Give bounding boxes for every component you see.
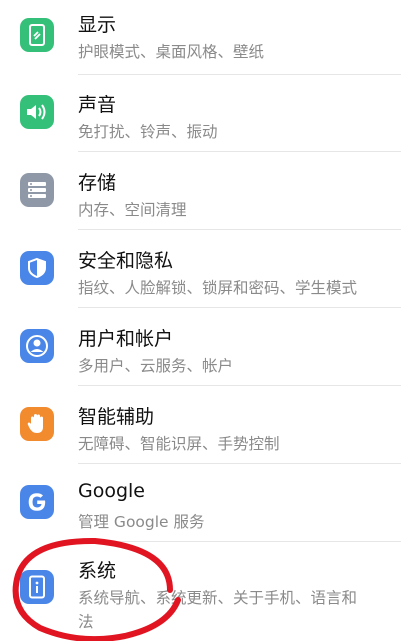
google-icon bbox=[20, 485, 54, 519]
storage-icon bbox=[20, 173, 54, 207]
settings-item-title: 显示 bbox=[78, 14, 117, 36]
hand-gesture-icon bbox=[20, 407, 54, 441]
settings-item-title: 存储 bbox=[78, 172, 117, 194]
settings-item-subtitle: 管理 Google 服务 bbox=[78, 513, 205, 531]
user-account-icon bbox=[20, 329, 54, 363]
settings-item-title: 声音 bbox=[78, 94, 117, 116]
settings-item-subtitle-continued: 法 bbox=[78, 613, 94, 631]
settings-item-subtitle: 系统导航、系统更新、关于手机、语言和 bbox=[78, 589, 358, 607]
settings-item-title: 系统 bbox=[78, 560, 117, 582]
divider bbox=[78, 463, 401, 464]
divider bbox=[78, 74, 401, 75]
settings-item-users-accounts[interactable]: 用户和帐户 多用户、云服务、帐户 bbox=[0, 312, 401, 390]
divider bbox=[78, 385, 401, 386]
settings-item-smart-assist[interactable]: 智能辅助 无障碍、智能识屏、手势控制 bbox=[0, 390, 401, 468]
divider bbox=[78, 307, 401, 308]
settings-item-storage[interactable]: 存储 内存、空间清理 bbox=[0, 156, 401, 234]
settings-item-title: Google bbox=[78, 480, 146, 502]
display-icon bbox=[20, 18, 54, 52]
settings-item-system[interactable]: 系统 系统导航、系统更新、关于手机、语言和 法 bbox=[0, 546, 401, 641]
settings-item-security-privacy[interactable]: 安全和隐私 指纹、人脸解锁、锁屏和密码、学生模式 bbox=[0, 234, 401, 312]
settings-item-subtitle: 多用户、云服务、帐户 bbox=[78, 357, 234, 375]
settings-item-subtitle: 指纹、人脸解锁、锁屏和密码、学生模式 bbox=[78, 279, 358, 297]
divider bbox=[78, 229, 401, 230]
settings-item-title: 智能辅助 bbox=[78, 406, 155, 428]
settings-item-subtitle: 免打扰、铃声、振动 bbox=[78, 123, 218, 141]
settings-item-google[interactable]: Google 管理 Google 服务 bbox=[0, 468, 401, 546]
settings-item-title: 安全和隐私 bbox=[78, 250, 174, 272]
settings-item-subtitle: 护眼模式、桌面风格、壁纸 bbox=[78, 43, 265, 61]
settings-list: 显示 护眼模式、桌面风格、壁纸 声音 免打扰、铃声、振动 存储 内存、空间清理 … bbox=[0, 0, 401, 641]
settings-item-display[interactable]: 显示 护眼模式、桌面风格、壁纸 bbox=[0, 0, 401, 78]
settings-item-title: 用户和帐户 bbox=[78, 328, 174, 350]
divider bbox=[78, 151, 401, 152]
security-shield-icon bbox=[20, 251, 54, 285]
settings-item-subtitle: 内存、空间清理 bbox=[78, 201, 187, 219]
sound-icon bbox=[20, 95, 54, 129]
settings-item-sound[interactable]: 声音 免打扰、铃声、振动 bbox=[0, 78, 401, 156]
divider bbox=[78, 541, 401, 542]
system-phone-icon bbox=[20, 570, 54, 604]
settings-item-subtitle: 无障碍、智能识屏、手势控制 bbox=[78, 435, 280, 453]
